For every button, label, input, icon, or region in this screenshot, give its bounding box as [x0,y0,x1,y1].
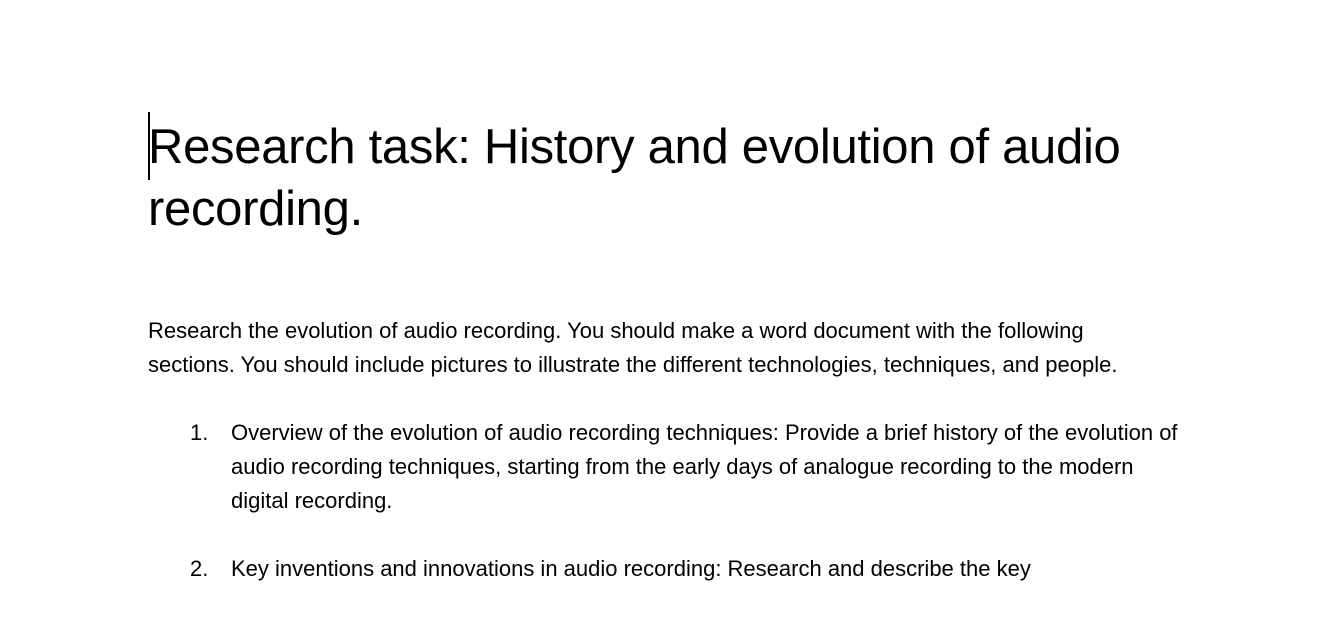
list-item-number: 2. [190,556,209,581]
document-title: Research task: History and evolution of … [148,120,1121,236]
intro-paragraph: Research the evolution of audio recordin… [148,318,1118,377]
list-item-text: Overview of the evolution of audio recor… [231,420,1178,513]
list-item: 1. Overview of the evolution of audio re… [148,416,1191,518]
document-page: Research task: History and evolution of … [0,0,1338,624]
task-list: 1. Overview of the evolution of audio re… [148,416,1208,586]
list-item: 2. Key inventions and innovations in aud… [148,552,1191,586]
list-item-number: 1. [190,420,209,445]
list-item-text: Key inventions and innovations in audio … [231,556,1031,581]
document-body[interactable]: Research task: History and evolution of … [148,116,1208,620]
